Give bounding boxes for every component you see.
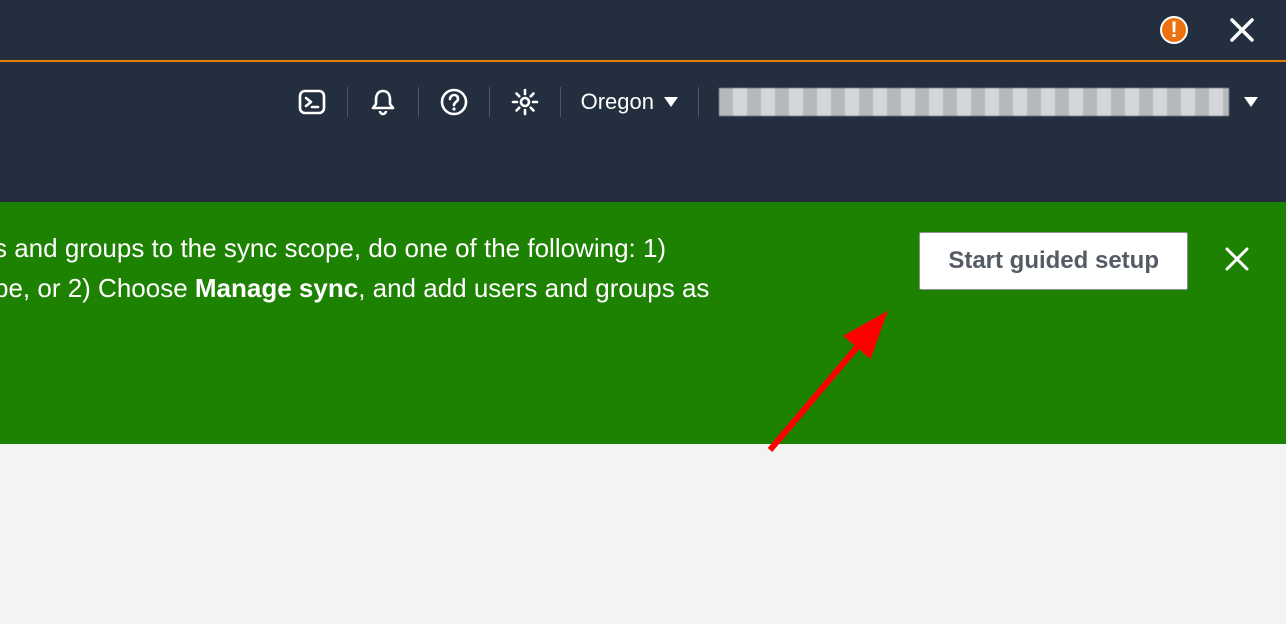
window-alert-bar: ! xyxy=(0,0,1286,62)
alert-badge-glyph: ! xyxy=(1170,19,1177,41)
region-label: Oregon xyxy=(581,89,654,115)
account-name-redacted xyxy=(719,88,1229,116)
chevron-down-icon xyxy=(664,97,678,107)
banner-close-icon[interactable] xyxy=(1218,240,1256,278)
success-banner: s and groups to the sync scope, do one o… xyxy=(0,202,1286,444)
region-selector[interactable]: Oregon xyxy=(561,82,698,122)
banner-text-line2a: pe, or 2) Choose xyxy=(0,273,195,303)
close-icon[interactable] xyxy=(1228,16,1256,44)
banner-text-line1: s and groups to the sync scope, do one o… xyxy=(0,233,666,263)
help-icon[interactable] xyxy=(419,82,489,122)
header-filler xyxy=(0,142,1286,202)
alert-badge-icon[interactable]: ! xyxy=(1160,16,1188,44)
main-nav: Oregon xyxy=(0,62,1286,142)
banner-text-bold: Manage sync xyxy=(195,273,358,303)
account-menu[interactable] xyxy=(699,82,1266,122)
cloudshell-icon[interactable] xyxy=(277,82,347,122)
bell-icon[interactable] xyxy=(348,82,418,122)
gear-icon[interactable] xyxy=(490,82,560,122)
banner-text-line2b: , and add users and groups as xyxy=(358,273,709,303)
start-guided-setup-button[interactable]: Start guided setup xyxy=(919,232,1188,290)
banner-message: s and groups to the sync scope, do one o… xyxy=(0,228,889,309)
chevron-down-icon xyxy=(1244,97,1258,107)
